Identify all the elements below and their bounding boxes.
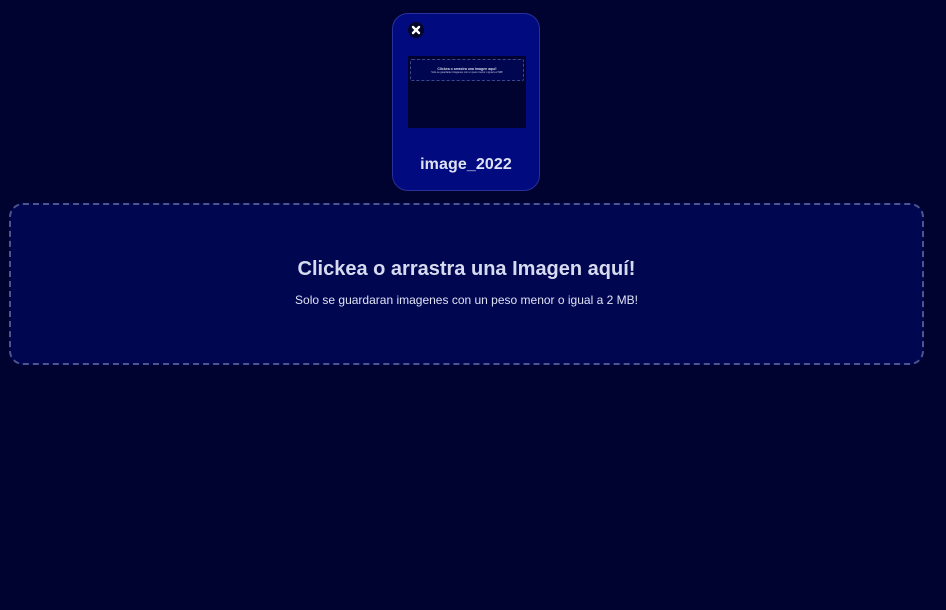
uploaded-image-card: Clickea o arrastra una Imagen aquí! Solo…	[392, 13, 540, 191]
dropzone-subtitle: Solo se guardaran imagenes con un peso m…	[295, 293, 638, 307]
thumbnail-dropzone-preview: Clickea o arrastra una Imagen aquí! Solo…	[410, 59, 524, 81]
thumbnail-subtitle: Solo se guardaran imagenes con un peso m…	[431, 71, 503, 74]
image-dropzone[interactable]: Clickea o arrastra una Imagen aquí! Solo…	[9, 203, 924, 365]
image-name: image_2022	[420, 156, 512, 173]
close-icon	[411, 25, 421, 35]
remove-image-button[interactable]	[408, 22, 424, 38]
dropzone-title: Clickea o arrastra una Imagen aquí!	[297, 258, 636, 280]
image-thumbnail: Clickea o arrastra una Imagen aquí! Solo…	[408, 56, 526, 128]
page: Clickea o arrastra una Imagen aquí! Solo…	[0, 0, 946, 610]
